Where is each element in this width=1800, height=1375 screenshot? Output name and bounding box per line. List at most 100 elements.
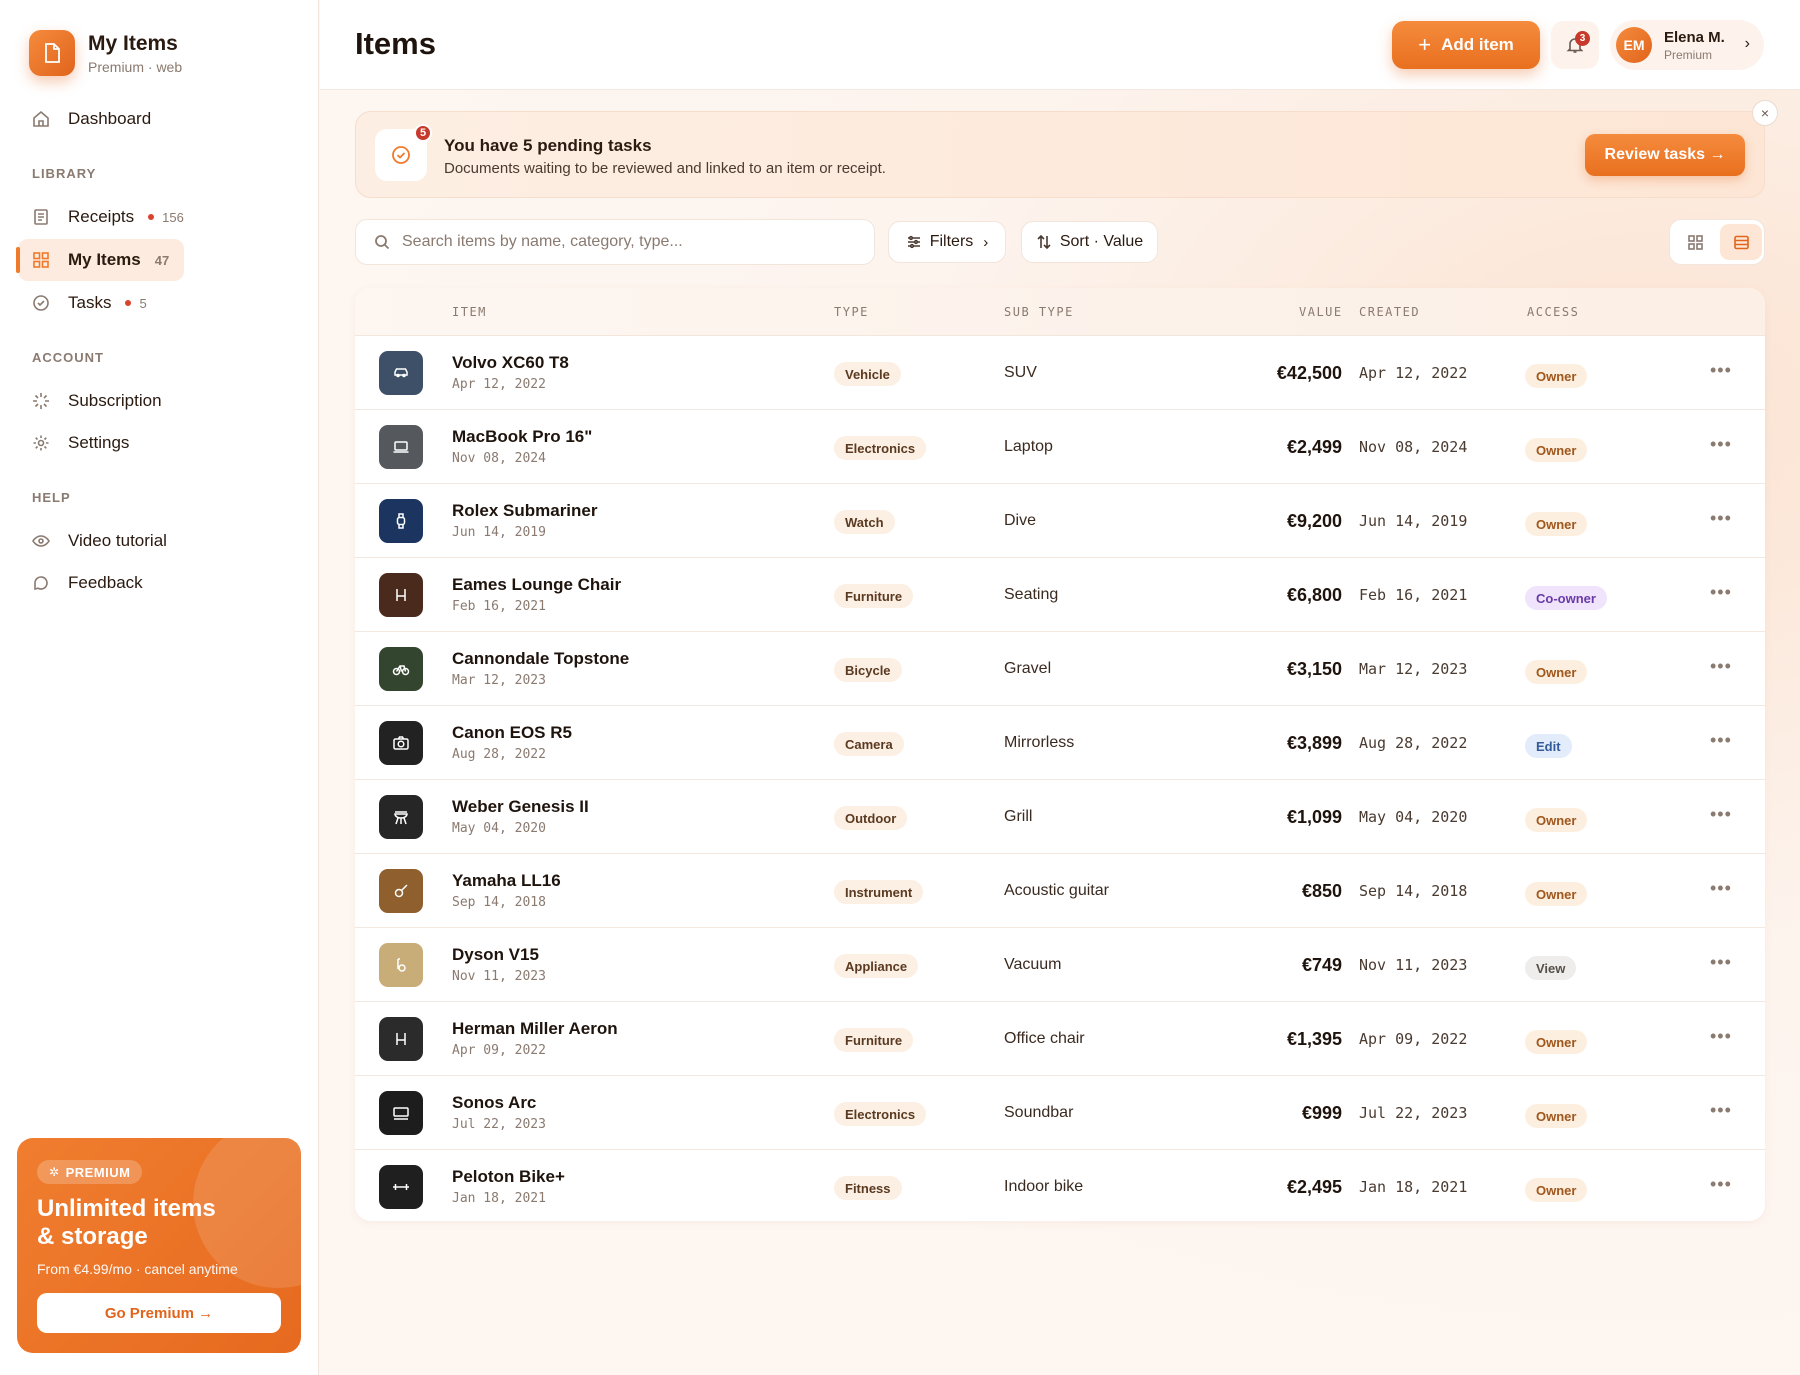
item-name[interactable]: Canon EOS R5 xyxy=(452,723,572,743)
sidebar-item-subscription[interactable]: Subscription xyxy=(18,380,308,422)
item-name[interactable]: Dyson V15 xyxy=(452,945,539,965)
column-header-type[interactable]: TYPE xyxy=(834,305,869,319)
item-name[interactable]: Rolex Submariner xyxy=(452,501,598,521)
table-row[interactable]: Cannondale Topstone Mar 12, 2023 Bicycle Gr… xyxy=(355,632,1765,706)
gear-icon xyxy=(33,435,49,451)
item-name[interactable]: Yamaha LL16 xyxy=(452,871,561,891)
sidebar-item-label: Subscription xyxy=(68,391,162,410)
table-row[interactable]: Canon EOS R5 Aug 28, 2022 Camera Mirrorless… xyxy=(355,706,1765,780)
table-row[interactable]: Yamaha LL16 Sep 14, 2018 Instrument Acousti… xyxy=(355,854,1765,928)
filters-button[interactable]: Filters › xyxy=(888,221,1006,263)
user-menu[interactable]: EM Elena M. Premium › xyxy=(1610,20,1764,70)
item-subtype: Seating xyxy=(1004,586,1059,603)
table-row[interactable]: Volvo XC60 T8 Apr 12, 2022 Vehicle SUV €42,5… xyxy=(355,336,1765,410)
item-name[interactable]: Peloton Bike+ xyxy=(452,1167,565,1187)
item-date: Apr 12, 2022 xyxy=(452,377,546,392)
item-name[interactable]: Eames Lounge Chair xyxy=(452,575,621,595)
sort-button[interactable]: Sort · Value xyxy=(1021,221,1158,263)
section-library: LIBRARY xyxy=(32,166,97,181)
table-row[interactable]: Sonos Arc Jul 22, 2023 Electronics Soundbar… xyxy=(355,1076,1765,1150)
more-options-button[interactable]: ••• xyxy=(1710,952,1732,973)
sidebar-item-receipts[interactable]: Receipts 156 xyxy=(18,196,308,238)
table-body: Volvo XC60 T8 Apr 12, 2022 Vehicle SUV €42,5… xyxy=(355,336,1765,1221)
item-date: Mar 12, 2023 xyxy=(452,673,546,688)
unread-dot xyxy=(125,300,132,306)
more-options-button[interactable]: ••• xyxy=(1710,804,1732,825)
item-value: €9,200 xyxy=(1286,511,1342,531)
more-options-button[interactable]: ••• xyxy=(1710,730,1732,751)
item-name[interactable]: Weber Genesis II xyxy=(452,797,589,817)
sidebar-item-settings[interactable]: Settings xyxy=(18,422,308,464)
table-row[interactable]: MacBook Pro 16" Nov 08, 2024 Electronics La… xyxy=(355,410,1765,484)
item-name[interactable]: MacBook Pro 16" xyxy=(452,427,592,447)
grill-icon xyxy=(394,811,408,825)
sidebar-item-video-tutorial[interactable]: Video tutorial xyxy=(18,520,308,562)
add-item-label: Add item xyxy=(1441,35,1514,54)
item-date: Jan 18, 2021 xyxy=(452,1191,546,1206)
item-date: Sep 14, 2018 xyxy=(452,895,546,910)
more-options-button[interactable]: ••• xyxy=(1710,1026,1732,1047)
search-icon xyxy=(375,235,390,250)
item-created: Aug 28, 2022 xyxy=(1359,734,1468,752)
bicycle-icon xyxy=(392,665,410,676)
item-value: €3,150 xyxy=(1286,659,1342,679)
sidebar-item-label: Dashboard xyxy=(68,109,152,128)
more-options-button[interactable]: ••• xyxy=(1710,434,1732,455)
item-thumbnail xyxy=(379,721,423,765)
item-name[interactable]: Herman Miller Aeron xyxy=(452,1019,618,1039)
sidebar-item-feedback[interactable]: Feedback xyxy=(18,562,308,604)
list-view-button[interactable] xyxy=(1720,224,1762,260)
item-name[interactable]: Volvo XC60 T8 xyxy=(452,353,569,373)
table-row[interactable]: Rolex Submariner Jun 14, 2019 Watch Dive €9,… xyxy=(355,484,1765,558)
more-options-button[interactable]: ••• xyxy=(1710,360,1732,381)
item-name[interactable]: Sonos Arc xyxy=(452,1093,536,1113)
search-input[interactable] xyxy=(402,233,862,251)
sidebar-item-tasks[interactable]: Tasks 5 xyxy=(18,282,308,324)
more-options-button[interactable]: ••• xyxy=(1710,878,1732,899)
item-subtype: Soundbar xyxy=(1004,1104,1074,1121)
promo-subtitle: From €4.99/mo · cancel anytime xyxy=(37,1261,238,1277)
item-subtype: SUV xyxy=(1004,364,1037,381)
table-row[interactable]: Herman Miller Aeron Apr 09, 2022 Furniture… xyxy=(355,1002,1765,1076)
more-options-button[interactable]: ••• xyxy=(1710,656,1732,677)
item-created: Sep 14, 2018 xyxy=(1359,882,1468,900)
notifications-button[interactable]: 3 xyxy=(1551,21,1599,69)
notifications-count-badge: 3 xyxy=(1575,31,1590,46)
sidebar-item-label: Feedback xyxy=(68,573,143,592)
review-tasks-button[interactable]: Review tasks → xyxy=(1585,134,1745,176)
item-value: €42,500 xyxy=(1276,363,1342,383)
item-name[interactable]: Cannondale Topstone xyxy=(452,649,629,669)
user-name: Elena M. xyxy=(1664,28,1725,46)
item-subtype: Laptop xyxy=(1004,438,1053,455)
column-header-value[interactable]: VALUE xyxy=(1299,305,1343,319)
page-title: Items xyxy=(355,26,436,61)
column-header-subtype[interactable]: SUB TYPE xyxy=(1004,305,1074,319)
brand[interactable]: My Items Premium · web xyxy=(29,30,182,76)
table-row[interactable]: Eames Lounge Chair Feb 16, 2021 Furniture S… xyxy=(355,558,1765,632)
column-header-item[interactable]: ITEM xyxy=(452,305,487,319)
avatar: EM xyxy=(1616,27,1652,63)
add-item-button[interactable]: + Add item xyxy=(1392,21,1540,69)
item-created: Jul 22, 2023 xyxy=(1359,1104,1468,1122)
more-options-button[interactable]: ••• xyxy=(1710,508,1732,529)
table-row[interactable]: Weber Genesis II May 04, 2020 Outdoor Grill… xyxy=(355,780,1765,854)
column-header-created[interactable]: CREATED xyxy=(1359,305,1420,319)
table-row[interactable]: Dyson V15 Nov 11, 2023 Appliance Vacuum €749… xyxy=(355,928,1765,1002)
access-badge: Co-owner xyxy=(1525,586,1607,610)
item-created: Nov 08, 2024 xyxy=(1359,438,1468,456)
sidebar-item-label: Tasks xyxy=(68,293,112,312)
sidebar-item-my-items[interactable]: My Items 47 xyxy=(16,239,184,281)
sidebar-item-dashboard[interactable]: Dashboard xyxy=(18,98,308,140)
more-options-button[interactable]: ••• xyxy=(1710,1174,1732,1195)
item-subtype: Dive xyxy=(1004,512,1037,529)
search-box[interactable] xyxy=(355,219,875,265)
access-badge: Owner xyxy=(1525,364,1588,388)
table-row[interactable]: Peloton Bike+ Jan 18, 2021 Fitness Indoor b… xyxy=(355,1150,1765,1221)
grid-view-button[interactable] xyxy=(1674,224,1716,260)
go-premium-button[interactable]: Go Premium → xyxy=(37,1293,281,1333)
column-header-access[interactable]: ACCESS xyxy=(1527,305,1579,319)
unread-dot xyxy=(148,214,155,220)
close-banner-button[interactable]: × xyxy=(1752,100,1778,126)
more-options-button[interactable]: ••• xyxy=(1710,582,1732,603)
more-options-button[interactable]: ••• xyxy=(1710,1100,1732,1121)
